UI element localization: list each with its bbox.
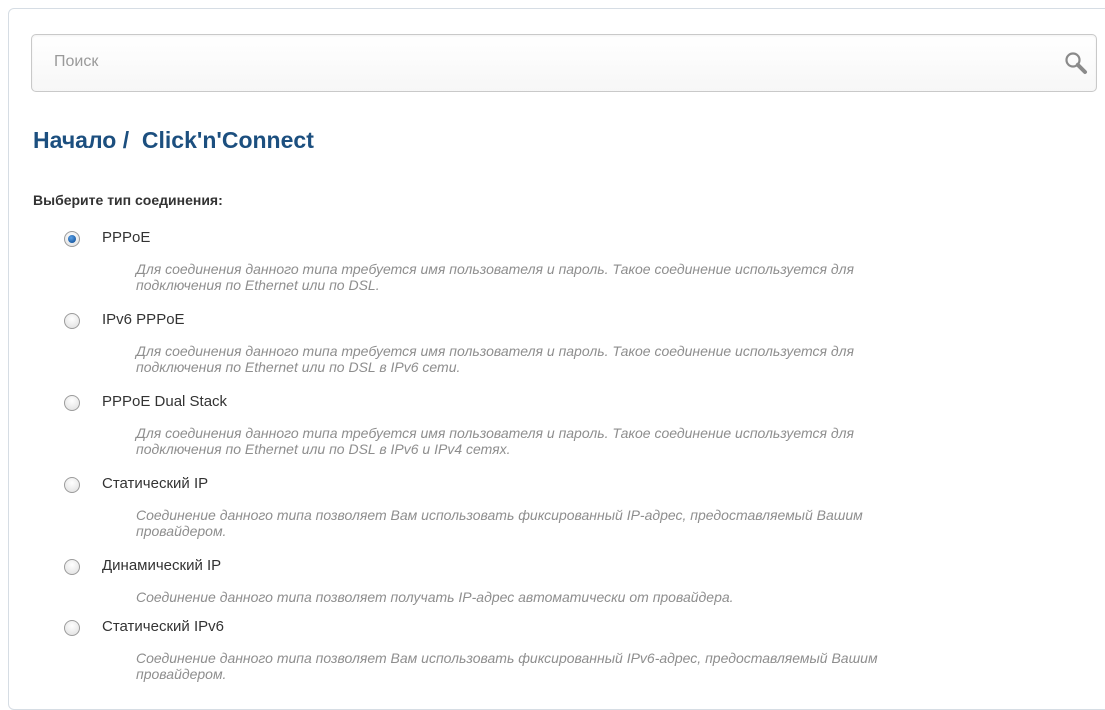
option-description: Соединение данного типа позволяет получа… [136,589,734,605]
search-icon[interactable] [1063,50,1089,76]
option-description: Для соединения данного типа требуется им… [136,425,854,457]
option-description: Соединение данного типа позволяет Вам ис… [136,650,878,682]
radio-static-ip[interactable] [64,477,80,493]
option-label[interactable]: Статический IP [102,475,208,492]
radio-static-ipv6[interactable] [64,620,80,636]
option-label[interactable]: Статический IPv6 [102,618,224,635]
option-ipv6-pppoe[interactable]: IPv6 PPPoE Для соединения данного типа т… [60,310,960,392]
option-label[interactable]: PPPoE Dual Stack [102,393,227,410]
option-description: Для соединения данного типа требуется им… [136,261,854,293]
option-label[interactable]: PPPoE [102,229,150,246]
option-label[interactable]: IPv6 PPPoE [102,311,185,328]
search-input[interactable] [54,47,1034,77]
radio-pppoe[interactable] [64,231,80,247]
option-pppoe-dual-stack[interactable]: PPPoE Dual Stack Для соединения данного … [60,392,960,474]
option-description: Для соединения данного типа требуется им… [136,343,854,375]
radio-dynamic-ip[interactable] [64,559,80,575]
search-box[interactable] [31,34,1097,92]
option-static-ipv6[interactable]: Статический IPv6 Соединение данного типа… [60,617,960,699]
page-title: Начало / Click'n'Connect [33,127,314,153]
connection-type-list: PPPoE Для соединения данного типа требуе… [60,228,960,699]
option-label[interactable]: Динамический IP [102,557,221,574]
radio-ipv6-pppoe[interactable] [64,313,80,329]
option-static-ip[interactable]: Статический IP Соединение данного типа п… [60,474,960,556]
option-pppoe[interactable]: PPPoE Для соединения данного типа требуе… [60,228,960,310]
option-description: Соединение данного типа позволяет Вам ис… [136,507,863,539]
option-dynamic-ip[interactable]: Динамический IP Соединение данного типа … [60,556,960,617]
radio-pppoe-dual-stack[interactable] [64,395,80,411]
connection-type-label: Выберите тип соединения: [33,192,223,208]
